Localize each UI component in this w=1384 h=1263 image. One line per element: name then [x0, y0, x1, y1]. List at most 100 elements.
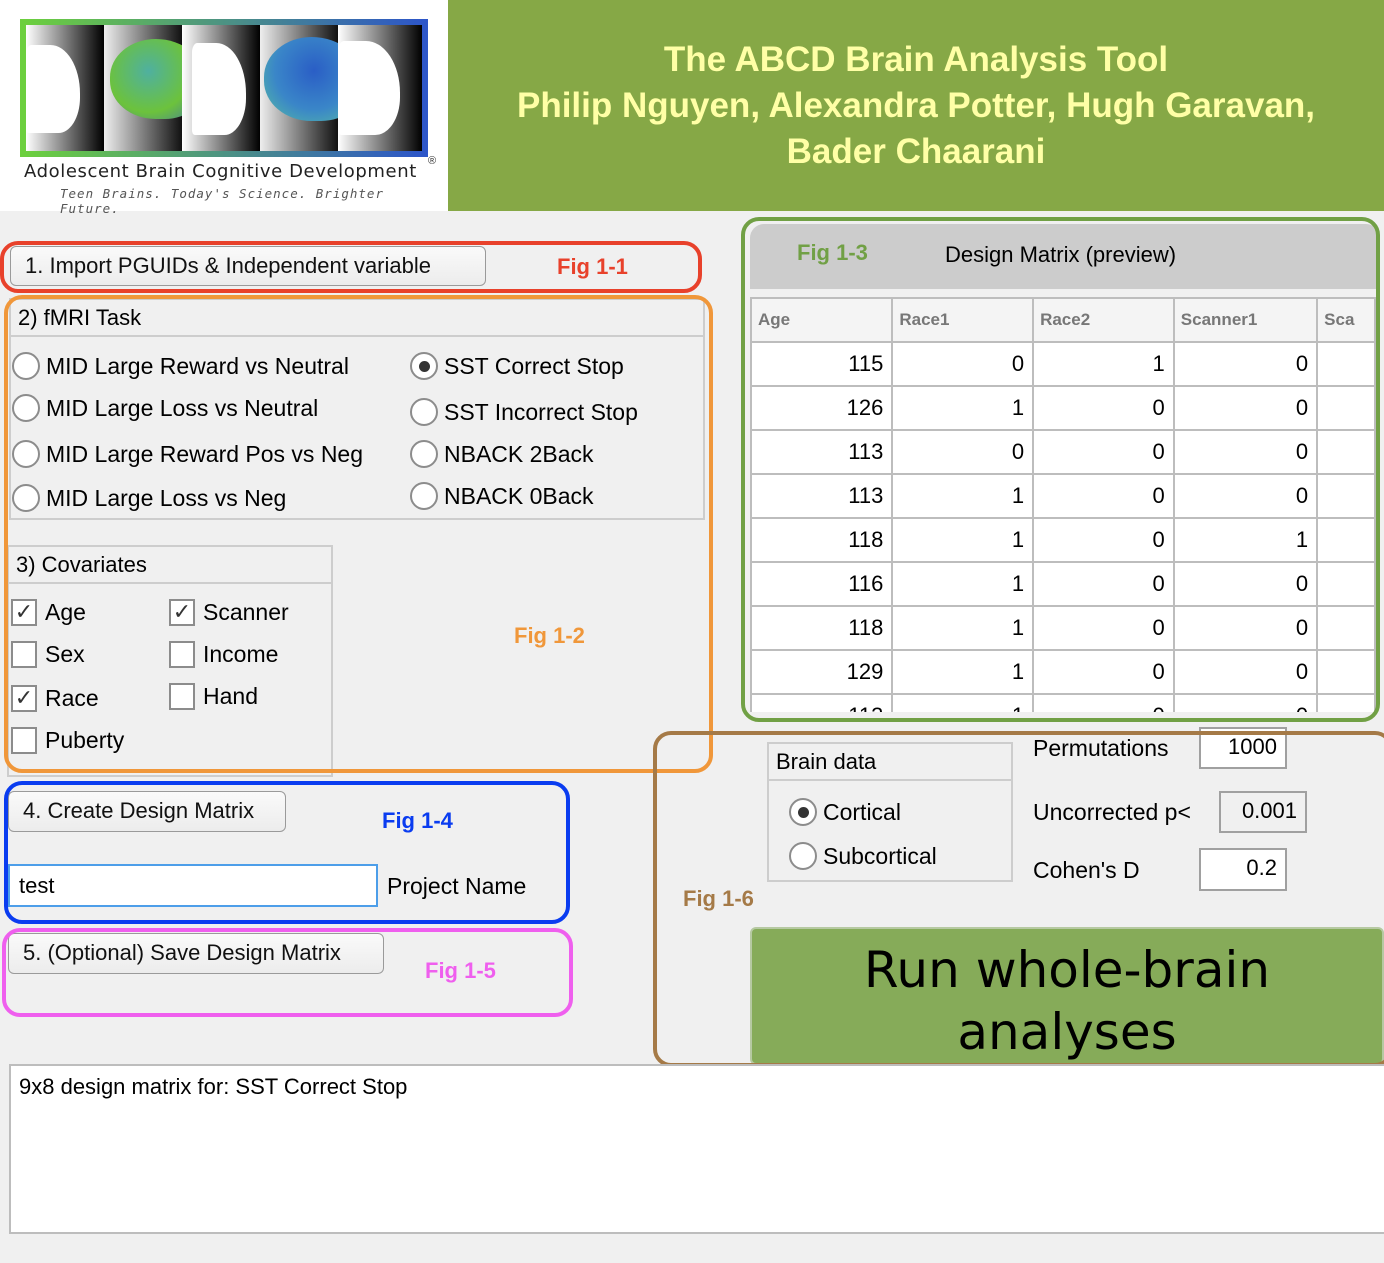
table-cell[interactable] — [1317, 606, 1376, 651]
radio-button[interactable] — [12, 394, 40, 422]
radio-button[interactable] — [12, 440, 40, 468]
checkbox-box[interactable] — [169, 640, 195, 668]
checkbox-box[interactable] — [11, 726, 37, 754]
task-radio-mid-reward-posneg[interactable]: MID Large Reward Pos vs Neg — [12, 440, 363, 468]
checkmark-icon[interactable]: ✓ — [11, 598, 37, 626]
table-cell[interactable]: 118 — [752, 518, 894, 563]
table-cell[interactable]: 0 — [1033, 694, 1175, 712]
table-cell[interactable]: 1 — [892, 474, 1035, 519]
radio-button[interactable] — [12, 352, 40, 380]
task-radio-sst-correct-stop[interactable]: SST Correct Stop — [410, 352, 624, 380]
table-cell[interactable] — [1317, 386, 1376, 431]
covariate-race-checkbox[interactable]: ✓ Race — [11, 684, 99, 712]
table-cell[interactable]: 0 — [892, 430, 1035, 475]
radio-button-selected[interactable] — [789, 798, 817, 826]
table-cell[interactable]: 1 — [892, 694, 1035, 712]
table-cell[interactable] — [1317, 474, 1376, 519]
task-radio-mid-reward-neutral[interactable]: MID Large Reward vs Neutral — [12, 352, 349, 380]
radio-label: SST Correct Stop — [444, 353, 624, 379]
table-cell[interactable]: 1 — [892, 606, 1035, 651]
column-header[interactable]: Sca — [1317, 299, 1376, 343]
brain-radio-subcortical[interactable]: Subcortical — [789, 842, 937, 870]
covariate-puberty-checkbox[interactable]: Puberty — [11, 726, 124, 754]
radio-button[interactable] — [410, 440, 438, 468]
table-cell[interactable]: 0 — [1033, 386, 1175, 431]
table-cell[interactable]: 115 — [752, 342, 894, 387]
table-cell[interactable]: 1 — [892, 562, 1035, 607]
table-cell[interactable]: 0 — [1033, 518, 1175, 563]
table-cell[interactable] — [1317, 518, 1376, 563]
import-pguids-button[interactable]: 1. Import PGUIDs & Independent variable — [10, 246, 486, 286]
table-cell[interactable]: 0 — [1173, 386, 1319, 431]
table-cell[interactable]: 0 — [1173, 694, 1319, 712]
radio-button[interactable] — [12, 484, 40, 512]
checkbox-box[interactable] — [11, 640, 37, 668]
run-whole-brain-button[interactable]: Run whole-brain analyses — [750, 927, 1384, 1065]
table-cell[interactable]: 113 — [752, 430, 894, 475]
save-design-matrix-button[interactable]: 5. (Optional) Save Design Matrix — [8, 933, 384, 974]
checkbox-label: Hand — [203, 683, 258, 709]
table-cell[interactable]: 126 — [752, 386, 894, 431]
table-cell[interactable]: 129 — [752, 650, 894, 695]
table-cell[interactable]: 1 — [892, 386, 1035, 431]
task-radio-sst-incorrect-stop[interactable]: SST Incorrect Stop — [410, 398, 638, 426]
radio-label: SST Incorrect Stop — [444, 399, 638, 425]
table-cell[interactable]: 1 — [892, 650, 1035, 695]
radio-button-selected[interactable] — [410, 352, 438, 380]
table-cell[interactable] — [1317, 342, 1376, 387]
task-radio-nback-0back[interactable]: NBACK 0Back — [410, 482, 594, 510]
radio-button[interactable] — [410, 398, 438, 426]
table-cell[interactable] — [1317, 430, 1376, 475]
table-cell[interactable]: 1 — [1033, 342, 1175, 387]
table-cell[interactable]: 0 — [1033, 474, 1175, 519]
logo-panel — [338, 25, 422, 151]
table-cell[interactable]: 113 — [752, 474, 894, 519]
fig-1-6-label: Fig 1-6 — [683, 886, 754, 911]
checkmark-icon[interactable]: ✓ — [11, 684, 37, 712]
table-cell[interactable]: 0 — [1033, 650, 1175, 695]
column-header[interactable]: Age — [752, 299, 894, 343]
covariate-hand-checkbox[interactable]: Hand — [169, 682, 258, 710]
brain-radio-cortical[interactable]: Cortical — [789, 798, 901, 826]
table-cell[interactable]: 0 — [1173, 430, 1319, 475]
cohens-d-input[interactable]: 0.2 — [1199, 848, 1287, 891]
table-cell[interactable]: 0 — [1033, 606, 1175, 651]
create-design-matrix-button[interactable]: 4. Create Design Matrix — [8, 791, 286, 832]
covariate-scanner-checkbox[interactable]: ✓ Scanner — [169, 598, 289, 626]
table-cell[interactable]: 1 — [892, 518, 1035, 563]
project-name-input[interactable]: test — [8, 864, 378, 907]
design-matrix-table[interactable]: Age Race1 Race2 Scanner1 Sca 115 0 1 0 126 1 0 0 113… — [750, 297, 1376, 712]
table-cell[interactable]: 0 — [1033, 430, 1175, 475]
table-cell[interactable] — [1317, 650, 1376, 695]
column-header[interactable]: Race1 — [892, 299, 1035, 343]
column-header[interactable]: Race2 — [1033, 299, 1175, 343]
table-cell[interactable]: 0 — [1173, 474, 1319, 519]
table-cell[interactable]: 118 — [752, 606, 894, 651]
table-cell[interactable]: 116 — [752, 562, 894, 607]
covariate-income-checkbox[interactable]: Income — [169, 640, 278, 668]
task-radio-mid-loss-neg[interactable]: MID Large Loss vs Neg — [12, 484, 286, 512]
table-cell[interactable] — [1317, 694, 1376, 712]
column-header[interactable]: Scanner1 — [1173, 299, 1319, 343]
table-cell[interactable]: 0 — [1173, 342, 1319, 387]
table-cell[interactable]: 0 — [1173, 562, 1319, 607]
table-cell[interactable]: 1 — [1173, 518, 1319, 563]
pvalue-input[interactable]: 0.001 — [1219, 791, 1307, 833]
table-cell[interactable]: 0 — [1173, 606, 1319, 651]
checkmark-icon[interactable]: ✓ — [169, 598, 195, 626]
permutations-input[interactable]: 1000 — [1199, 727, 1287, 769]
table-cell[interactable]: 0 — [1033, 562, 1175, 607]
covariate-age-checkbox[interactable]: ✓ Age — [11, 598, 86, 626]
app-title: The ABCD Brain Analysis Tool — [663, 40, 1169, 79]
task-radio-nback-2back[interactable]: NBACK 2Back — [410, 440, 594, 468]
table-cell[interactable]: 0 — [892, 342, 1035, 387]
permutations-label: Permutations — [1033, 735, 1169, 761]
task-radio-mid-loss-neutral[interactable]: MID Large Loss vs Neutral — [12, 394, 318, 422]
table-cell[interactable]: 113 — [752, 694, 894, 712]
radio-button[interactable] — [410, 482, 438, 510]
table-cell[interactable]: 0 — [1173, 650, 1319, 695]
checkbox-box[interactable] — [169, 682, 195, 710]
table-cell[interactable] — [1317, 562, 1376, 607]
covariate-sex-checkbox[interactable]: Sex — [11, 640, 85, 668]
radio-button[interactable] — [789, 842, 817, 870]
